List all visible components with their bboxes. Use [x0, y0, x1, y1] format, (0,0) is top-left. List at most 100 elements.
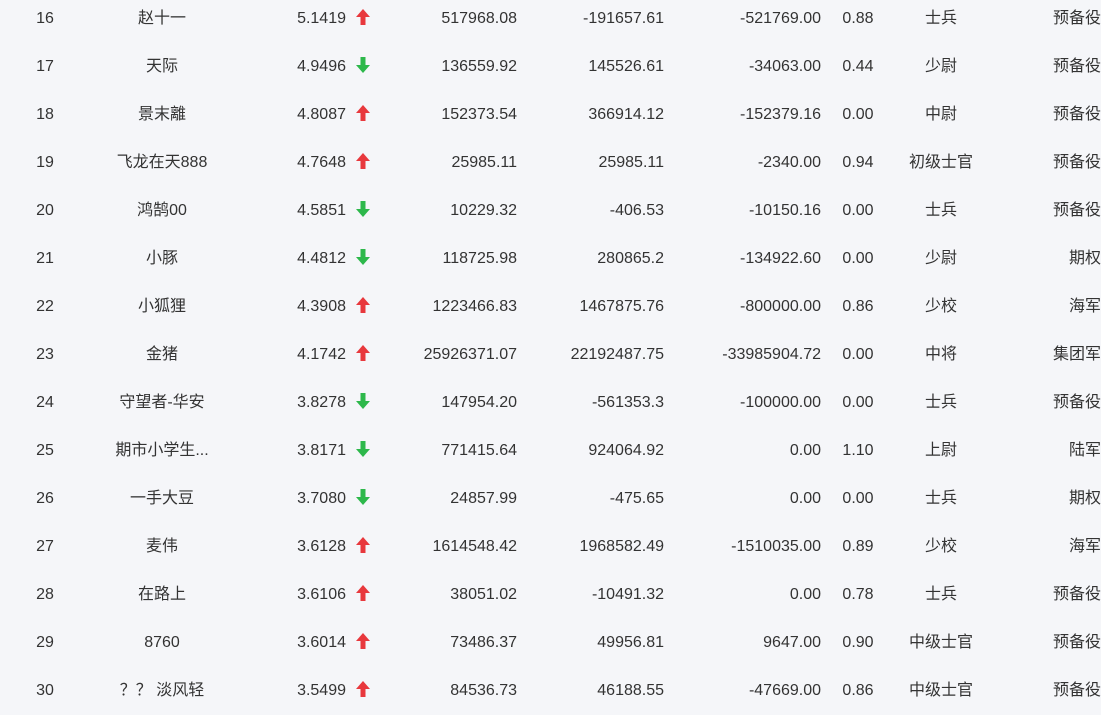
arrow-up-icon	[356, 297, 370, 314]
value-2-cell: 22192487.75	[570, 346, 664, 363]
value-2-cell: -475.65	[609, 490, 664, 507]
table-row[interactable]: 22 小狐狸 4.3908 1223466.83 1467875.76 -800000.0…	[0, 283, 1101, 331]
rank-cell: 21	[36, 250, 54, 267]
ratio-cell: 0.00	[842, 394, 874, 411]
value-1-cell: 771415.64	[441, 442, 517, 459]
value-1-cell: 24857.99	[450, 490, 517, 507]
rank-title-cell: 士兵	[924, 10, 957, 27]
rank-title-cell: 少尉	[924, 58, 957, 75]
table-row[interactable]: 23 金猪 4.1742 25926371.07 22192487.75 -3398590…	[0, 331, 1101, 379]
rank-cell: 28	[36, 586, 54, 603]
score-cell: 4.4812	[297, 250, 346, 267]
value-1-cell: 84536.73	[450, 682, 517, 699]
ratio-cell: 0.00	[842, 250, 874, 267]
table-row[interactable]: 20 鸿鹄00 4.5851 10229.32 -406.53 -10150.16 0.00…	[0, 187, 1101, 235]
rank-title-cell: 上尉	[924, 442, 957, 459]
score-cell: 4.9496	[297, 58, 346, 75]
trend-cell	[354, 571, 372, 619]
group-cell: 期权	[1068, 250, 1101, 267]
table-row[interactable]: 17 天际 4.9496 136559.92 145526.61 -34063.00 0.4…	[0, 43, 1101, 91]
trader-name-cell: ？？ 淡风轻	[119, 682, 205, 699]
group-cell: 陆军	[1068, 442, 1101, 459]
group-cell: 期权	[1068, 490, 1101, 507]
rank-title-cell: 士兵	[924, 586, 957, 603]
trader-name-cell: 麦伟	[145, 538, 178, 555]
ratio-cell: 0.00	[842, 106, 874, 123]
table-row[interactable]: 26 一手大豆 3.7080 24857.99 -475.65 0.00 0.00 士兵 期权	[0, 475, 1101, 523]
rank-title-cell: 中尉	[924, 106, 957, 123]
ranking-rows: 16 赵十一 5.1419 517968.08 -191657.61 -521769.00…	[0, 0, 1101, 715]
rank-title-cell: 少尉	[924, 250, 957, 267]
trend-cell	[354, 187, 372, 235]
value-3-cell: -521769.00	[740, 10, 821, 27]
score-cell: 4.5851	[297, 202, 346, 219]
value-3-cell: -800000.00	[740, 298, 821, 315]
table-row[interactable]: 24 守望者-华安 3.8278 147954.20 -561353.3 -100000.…	[0, 379, 1101, 427]
trend-cell	[354, 475, 372, 523]
rank-cell: 20	[36, 202, 54, 219]
trader-name-cell: 鸿鹄00	[137, 202, 187, 219]
rank-cell: 18	[36, 106, 54, 123]
ratio-cell: 0.00	[842, 346, 874, 363]
score-cell: 3.7080	[297, 490, 346, 507]
ratio-cell: 0.89	[842, 538, 874, 555]
table-row[interactable]: 28 在路上 3.6106 38051.02 -10491.32 0.00 0.78 士兵 预备…	[0, 571, 1101, 619]
value-2-cell: 280865.2	[597, 250, 664, 267]
table-row[interactable]: 27 麦伟 3.6128 1614548.42 1968582.49 -1510035.0…	[0, 523, 1101, 571]
trader-name-cell: 飞龙在天888	[116, 154, 208, 171]
value-2-cell: -191657.61	[583, 10, 664, 27]
value-2-cell: -10491.32	[591, 586, 664, 603]
value-3-cell: -1510035.00	[731, 538, 821, 555]
trader-name-cell: 天际	[145, 58, 178, 75]
group-cell: 预备役	[1052, 10, 1101, 27]
arrow-down-icon	[356, 393, 370, 410]
value-2-cell: 145526.61	[588, 58, 664, 75]
group-cell: 预备役	[1052, 202, 1101, 219]
ratio-cell: 0.86	[842, 682, 874, 699]
rank-cell: 25	[36, 442, 54, 459]
table-row[interactable]: 18 景末離 4.8087 152373.54 366914.12 -152379.16 0…	[0, 91, 1101, 139]
table-row[interactable]: 30 ？？ 淡风轻 3.5499 84536.73 46188.55 -47669.00 0…	[0, 667, 1101, 715]
trend-cell	[354, 43, 372, 91]
group-cell: 预备役	[1052, 106, 1101, 123]
rank-cell: 17	[36, 58, 54, 75]
value-3-cell: 0.00	[789, 586, 821, 603]
trader-name-cell: 小豚	[145, 250, 178, 267]
score-cell: 3.8278	[297, 394, 346, 411]
group-cell: 集团军	[1052, 346, 1101, 363]
ratio-cell: 0.44	[842, 58, 874, 75]
arrow-up-icon	[356, 345, 370, 362]
value-2-cell: 49956.81	[597, 634, 664, 651]
table-row[interactable]: 19 飞龙在天888 4.7648 25985.11 25985.11 -2340.00 0…	[0, 139, 1101, 187]
ratio-cell: 0.94	[842, 154, 874, 171]
table-row[interactable]: 16 赵十一 5.1419 517968.08 -191657.61 -521769.00…	[0, 0, 1101, 43]
value-2-cell: 366914.12	[588, 106, 664, 123]
score-cell: 4.8087	[297, 106, 346, 123]
value-3-cell: 0.00	[789, 442, 821, 459]
ranking-table: 16 赵十一 5.1419 517968.08 -191657.61 -521769.00…	[0, 0, 1101, 715]
score-cell: 3.6106	[297, 586, 346, 603]
rank-title-cell: 中级士官	[908, 682, 973, 699]
trend-cell	[354, 0, 372, 43]
group-cell: 海军	[1068, 298, 1101, 315]
table-row[interactable]: 21 小豚 4.4812 118725.98 280865.2 -134922.60 0.0…	[0, 235, 1101, 283]
ratio-cell: 1.10	[842, 442, 874, 459]
trend-cell	[354, 283, 372, 331]
table-row[interactable]: 29 8760 3.6014 73486.37 49956.81 9647.00 0.90 中…	[0, 619, 1101, 667]
trader-name-cell: 金猪	[145, 346, 178, 363]
trader-name-cell: 在路上	[137, 586, 186, 603]
arrow-up-icon	[356, 537, 370, 554]
value-2-cell: 46188.55	[597, 682, 664, 699]
trader-name-cell: 8760	[144, 634, 180, 651]
value-3-cell: -134922.60	[740, 250, 821, 267]
value-3-cell: 9647.00	[763, 634, 821, 651]
rank-cell: 29	[36, 634, 54, 651]
group-cell: 预备役	[1052, 394, 1101, 411]
value-1-cell: 25985.11	[451, 154, 517, 171]
table-row[interactable]: 25 期市小学生... 3.8171 771415.64 924064.92 0.00 1.…	[0, 427, 1101, 475]
rank-cell: 24	[36, 394, 54, 411]
value-3-cell: -33985904.72	[722, 346, 821, 363]
value-3-cell: -2340.00	[757, 154, 821, 171]
score-cell: 3.5499	[297, 682, 346, 699]
arrow-down-icon	[356, 201, 370, 218]
